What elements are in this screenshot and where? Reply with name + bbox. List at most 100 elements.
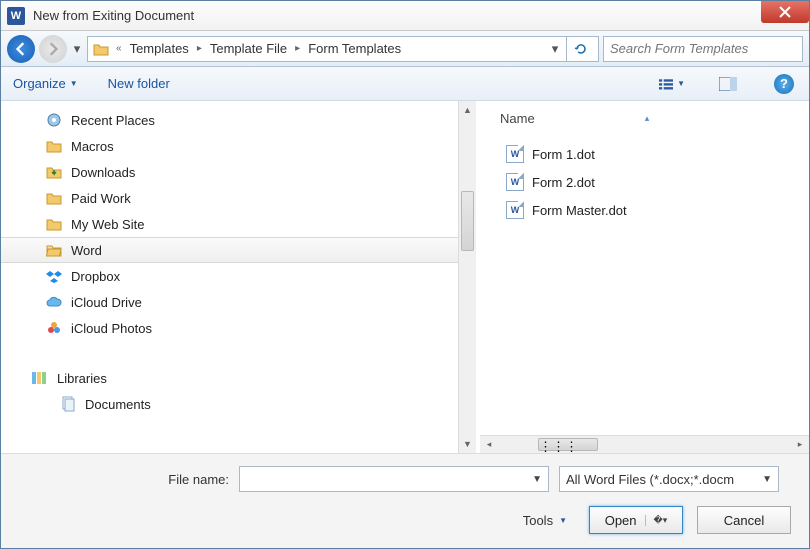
nav-history-dropdown[interactable]: ▾ <box>71 39 83 59</box>
tree-item-dropbox[interactable]: Dropbox <box>1 263 476 289</box>
file-item[interactable]: W Form Master.dot <box>500 196 799 224</box>
open-button[interactable]: Open �▾ <box>589 506 683 534</box>
icloud-icon <box>45 293 63 311</box>
nav-bar: ▾ « Templates ▸ Template File ▸ Form Tem… <box>1 31 809 67</box>
tree-item-recent-places[interactable]: Recent Places <box>1 107 476 133</box>
file-list-hscrollbar[interactable]: ◂ ⋮⋮⋮ ▸ <box>480 435 809 453</box>
tree-item-label: Libraries <box>57 371 107 386</box>
forward-button[interactable] <box>39 35 67 63</box>
cancel-button[interactable]: Cancel <box>697 506 791 534</box>
search-input[interactable] <box>610 41 796 56</box>
filename-label: File name: <box>19 472 229 487</box>
chevron-down-icon: ▼ <box>677 79 685 88</box>
folder-icon <box>45 137 63 155</box>
filetype-combo[interactable]: All Word Files (*.docx;*.docm ▼ <box>559 466 779 492</box>
recent-places-icon <box>45 111 63 129</box>
close-button[interactable] <box>761 1 809 23</box>
tree-item-word[interactable]: Word <box>1 237 476 263</box>
dialog-body: Recent Places Macros Downloads Paid Work… <box>1 101 809 453</box>
documents-icon <box>59 395 77 413</box>
refresh-icon <box>574 42 588 56</box>
word-document-icon: W <box>506 145 524 163</box>
tree-item-libraries[interactable]: Libraries <box>1 365 476 391</box>
file-name: Form 2.dot <box>532 175 595 190</box>
filename-combo[interactable]: ▼ <box>239 466 549 492</box>
refresh-button[interactable] <box>566 36 594 62</box>
title-bar: W New from Exiting Document <box>1 1 809 31</box>
tree-item-label: iCloud Photos <box>71 321 152 336</box>
chevron-down-icon: ▼ <box>559 516 567 525</box>
tree-item-icloud-photos[interactable]: iCloud Photos <box>1 315 476 341</box>
preview-pane-icon <box>719 77 737 91</box>
tree-item-label: Recent Places <box>71 113 155 128</box>
chevron-down-icon: ▼ <box>70 79 78 88</box>
photos-icon <box>45 319 63 337</box>
list-view-icon <box>659 77 673 91</box>
folder-open-icon <box>45 241 63 259</box>
search-box[interactable] <box>603 36 803 62</box>
word-document-icon: W <box>506 201 524 219</box>
scroll-thumb[interactable]: ⋮⋮⋮ <box>538 438 598 451</box>
breadcrumb-item[interactable]: Form Templates <box>306 41 403 56</box>
word-app-icon: W <box>7 7 25 25</box>
word-document-icon: W <box>506 173 524 191</box>
help-icon: ? <box>774 74 794 94</box>
tree-item-label: Macros <box>71 139 114 154</box>
folder-tree: Recent Places Macros Downloads Paid Work… <box>1 101 476 453</box>
help-button[interactable]: ? <box>771 73 797 95</box>
dropbox-icon <box>45 267 63 285</box>
sort-indicator-icon: ▴ <box>645 113 650 124</box>
chevron-right-icon: ▸ <box>291 43 304 54</box>
chevron-right-icon: ▸ <box>193 43 206 54</box>
tree-item-downloads[interactable]: Downloads <box>1 159 476 185</box>
scroll-down-icon[interactable]: ▼ <box>459 435 476 453</box>
arrow-left-icon <box>14 42 28 56</box>
file-item[interactable]: W Form 2.dot <box>500 168 799 196</box>
tools-button[interactable]: Tools ▼ <box>523 513 567 528</box>
breadcrumb-bar[interactable]: « Templates ▸ Template File ▸ Form Templ… <box>87 36 599 62</box>
downloads-icon <box>45 163 63 181</box>
tree-item-label: My Web Site <box>71 217 144 232</box>
tree-item-label: Paid Work <box>71 191 131 206</box>
scroll-track[interactable]: ⋮⋮⋮ <box>498 436 791 453</box>
scroll-thumb[interactable] <box>461 191 474 251</box>
folder-icon <box>45 215 63 233</box>
libraries-icon <box>31 369 49 387</box>
column-header-name[interactable]: Name <box>500 111 535 126</box>
folder-icon <box>92 40 110 58</box>
tree-item-macros[interactable]: Macros <box>1 133 476 159</box>
view-options-button[interactable]: ▼ <box>659 73 685 95</box>
chevron-left-icon: « <box>112 43 126 54</box>
tree-item-documents[interactable]: Documents <box>1 391 476 417</box>
tree-item-label: iCloud Drive <box>71 295 142 310</box>
dialog-footer: File name: ▼ All Word Files (*.docx;*.do… <box>1 453 809 548</box>
tree-item-label: Word <box>71 243 102 258</box>
preview-pane-button[interactable] <box>715 73 741 95</box>
breadcrumb-item[interactable]: Template File <box>208 41 289 56</box>
new-folder-button[interactable]: New folder <box>108 76 170 91</box>
back-button[interactable] <box>7 35 35 63</box>
scroll-right-icon[interactable]: ▸ <box>791 439 809 450</box>
folder-icon <box>45 189 63 207</box>
scroll-up-icon[interactable]: ▲ <box>459 101 476 119</box>
tree-item-icloud-drive[interactable]: iCloud Drive <box>1 289 476 315</box>
chevron-down-icon: ▼ <box>532 474 542 485</box>
filetype-value: All Word Files (*.docx;*.docm <box>566 472 734 487</box>
tree-scrollbar[interactable]: ▲ ▼ <box>458 101 476 453</box>
tree-item-label: Documents <box>85 397 151 412</box>
organize-button[interactable]: Organize▼ <box>13 76 78 91</box>
chevron-down-icon: ▼ <box>762 474 772 485</box>
file-item[interactable]: W Form 1.dot <box>500 140 799 168</box>
tree-item-my-web-site[interactable]: My Web Site <box>1 211 476 237</box>
chevron-down-icon: �▾ <box>645 515 668 526</box>
breadcrumb-dropdown[interactable]: ▾ <box>546 41 564 57</box>
scroll-left-icon[interactable]: ◂ <box>480 439 498 450</box>
tree-item-paid-work[interactable]: Paid Work <box>1 185 476 211</box>
breadcrumb-item[interactable]: Templates <box>128 41 191 56</box>
file-name: Form 1.dot <box>532 147 595 162</box>
file-list-pane: Name ▴ W Form 1.dot W Form 2.dot W Form … <box>480 101 809 453</box>
toolbar: Organize▼ New folder ▼ ? <box>1 67 809 101</box>
tree-item-label: Downloads <box>71 165 135 180</box>
window-title: New from Exiting Document <box>33 8 194 23</box>
tree-item-label: Dropbox <box>71 269 120 284</box>
